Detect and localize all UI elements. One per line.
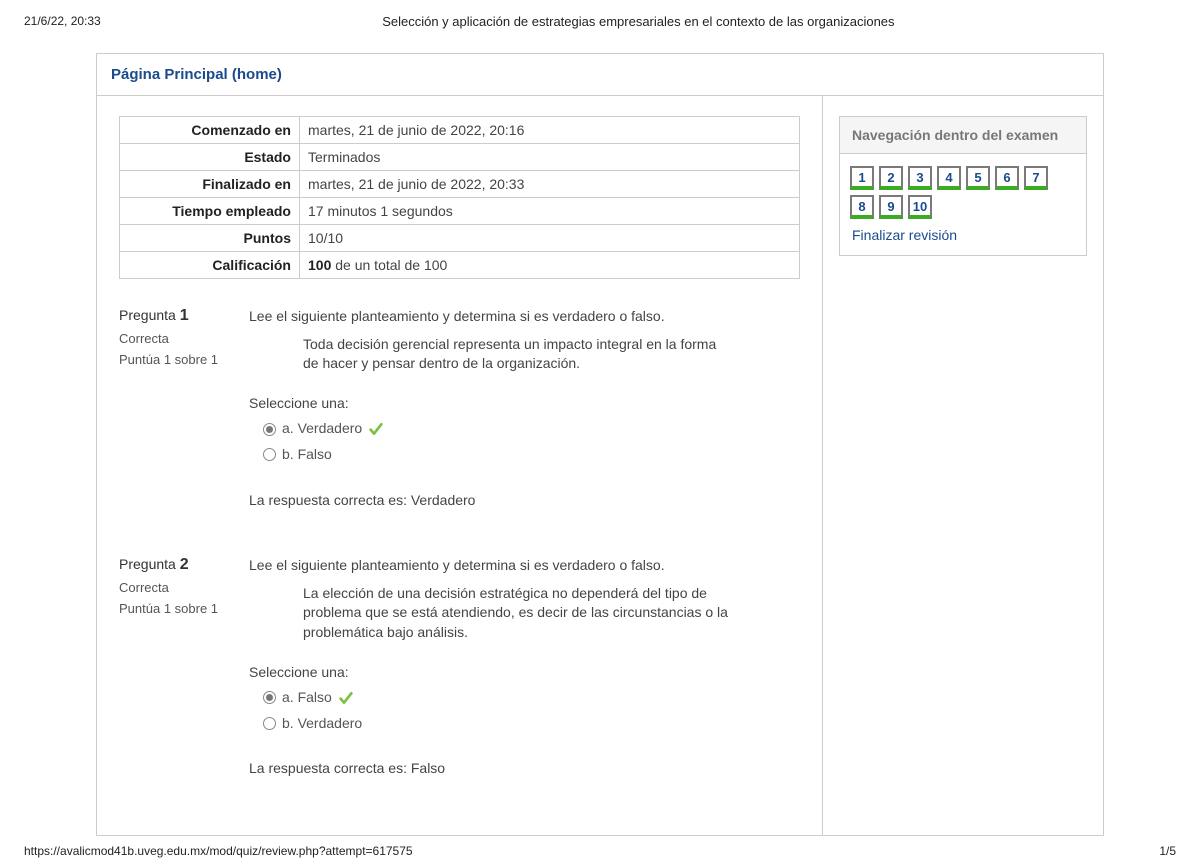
summary-label: Calificación bbox=[120, 252, 300, 279]
question-options: a. Verdadero b. Falso bbox=[263, 419, 800, 464]
question-block: Pregunta 1 Correcta Puntúa 1 sobre 1 Lee el… bbox=[119, 307, 800, 510]
quiz-nav-button[interactable]: 8 bbox=[850, 195, 874, 219]
question-block: Pregunta 2 Correcta Puntúa 1 sobre 1 Lee el… bbox=[119, 556, 800, 779]
quiz-nav-button[interactable]: 4 bbox=[937, 166, 961, 190]
question-statement: La elección de una decisión estratégica … bbox=[303, 584, 733, 643]
question-feedback: La respuesta correcta es: Verdadero bbox=[249, 491, 800, 511]
page-title: Selección y aplicación de estrategias em… bbox=[101, 14, 1176, 29]
side-column: Navegación dentro del examen 1234567 8910… bbox=[823, 96, 1103, 835]
radio-icon bbox=[263, 423, 276, 436]
summary-label: Comenzado en bbox=[120, 117, 300, 144]
quiz-nav-button[interactable]: 10 bbox=[908, 195, 932, 219]
check-icon bbox=[368, 421, 384, 437]
summary-label: Puntos bbox=[120, 225, 300, 252]
option-label: b. Falso bbox=[282, 445, 332, 465]
summary-row: Puntos10/10 bbox=[120, 225, 800, 252]
summary-row: Tiempo empleado17 minutos 1 segundos bbox=[120, 198, 800, 225]
radio-icon bbox=[263, 691, 276, 704]
summary-row: Finalizado enmartes, 21 de junio de 2022… bbox=[120, 171, 800, 198]
breadcrumb: Página Principal (home) bbox=[97, 54, 1103, 96]
question-option[interactable]: b. Falso bbox=[263, 445, 800, 465]
question-meta: Pregunta 1 Correcta Puntúa 1 sobre 1 bbox=[119, 307, 249, 510]
select-one-label: Seleccione una: bbox=[249, 394, 800, 414]
footer-page: 1/5 bbox=[1159, 844, 1176, 858]
option-label: b. Verdadero bbox=[282, 714, 362, 734]
summary-value: 10/10 bbox=[300, 225, 800, 252]
question-feedback: La respuesta correcta es: Falso bbox=[249, 759, 800, 779]
summary-grade-value: 100 de un total de 100 bbox=[300, 252, 800, 279]
option-label: a. Verdadero bbox=[282, 419, 362, 439]
summary-table: Comenzado enmartes, 21 de junio de 2022,… bbox=[119, 116, 800, 279]
question-title: Pregunta 2 bbox=[119, 556, 249, 574]
quiz-nav-title: Navegación dentro del examen bbox=[840, 117, 1086, 154]
summary-value: Terminados bbox=[300, 144, 800, 171]
finish-review-link[interactable]: Finalizar revisión bbox=[840, 227, 1086, 243]
summary-label: Finalizado en bbox=[120, 171, 300, 198]
question-status: Correcta bbox=[119, 580, 249, 595]
summary-row: Comenzado enmartes, 21 de junio de 2022,… bbox=[120, 117, 800, 144]
question-options: a. Falso b. Verdadero bbox=[263, 688, 800, 733]
question-score: Puntúa 1 sobre 1 bbox=[119, 352, 249, 367]
question-statement: Toda decisión gerencial representa un im… bbox=[303, 335, 733, 374]
print-footer: https://avalicmod41b.uveg.edu.mx/mod/qui… bbox=[24, 844, 1176, 858]
quiz-nav-button[interactable]: 6 bbox=[995, 166, 1019, 190]
quiz-nav-button[interactable]: 5 bbox=[966, 166, 990, 190]
summary-value: martes, 21 de junio de 2022, 20:33 bbox=[300, 171, 800, 198]
summary-label: Estado bbox=[120, 144, 300, 171]
quiz-review-container: Página Principal (home) Comenzado enmart… bbox=[96, 53, 1104, 836]
summary-value: martes, 21 de junio de 2022, 20:16 bbox=[300, 117, 800, 144]
summary-row: EstadoTerminados bbox=[120, 144, 800, 171]
summary-value: 17 minutos 1 segundos bbox=[300, 198, 800, 225]
radio-icon bbox=[263, 448, 276, 461]
question-prompt: Lee el siguiente planteamiento y determi… bbox=[249, 307, 800, 327]
timestamp: 21/6/22, 20:33 bbox=[24, 14, 101, 28]
question-body: Lee el siguiente planteamiento y determi… bbox=[249, 556, 800, 779]
question-body: Lee el siguiente planteamiento y determi… bbox=[249, 307, 800, 510]
quiz-nav-panel: Navegación dentro del examen 1234567 8910… bbox=[839, 116, 1087, 256]
question-option[interactable]: b. Verdadero bbox=[263, 714, 800, 734]
main-column: Comenzado enmartes, 21 de junio de 2022,… bbox=[97, 96, 823, 835]
quiz-nav-button[interactable]: 3 bbox=[908, 166, 932, 190]
question-score: Puntúa 1 sobre 1 bbox=[119, 601, 249, 616]
summary-label: Tiempo empleado bbox=[120, 198, 300, 225]
radio-icon bbox=[263, 717, 276, 730]
question-option[interactable]: a. Verdadero bbox=[263, 419, 800, 439]
quiz-nav-button[interactable]: 2 bbox=[879, 166, 903, 190]
print-header: 21/6/22, 20:33 Selección y aplicación de… bbox=[24, 14, 1176, 29]
select-one-label: Seleccione una: bbox=[249, 663, 800, 683]
option-label: a. Falso bbox=[282, 688, 332, 708]
summary-row: Calificación100 de un total de 100 bbox=[120, 252, 800, 279]
quiz-nav-button[interactable]: 9 bbox=[879, 195, 903, 219]
quiz-nav-button[interactable]: 1 bbox=[850, 166, 874, 190]
check-icon bbox=[338, 690, 354, 706]
question-title: Pregunta 1 bbox=[119, 307, 249, 325]
question-option[interactable]: a. Falso bbox=[263, 688, 800, 708]
breadcrumb-home-link[interactable]: Página Principal (home) bbox=[111, 66, 282, 83]
question-status: Correcta bbox=[119, 331, 249, 346]
quiz-nav-grid: 1234567 8910 bbox=[840, 154, 1086, 227]
quiz-nav-button[interactable]: 7 bbox=[1024, 166, 1048, 190]
footer-url: https://avalicmod41b.uveg.edu.mx/mod/qui… bbox=[24, 844, 413, 858]
question-meta: Pregunta 2 Correcta Puntúa 1 sobre 1 bbox=[119, 556, 249, 779]
question-prompt: Lee el siguiente planteamiento y determi… bbox=[249, 556, 800, 576]
